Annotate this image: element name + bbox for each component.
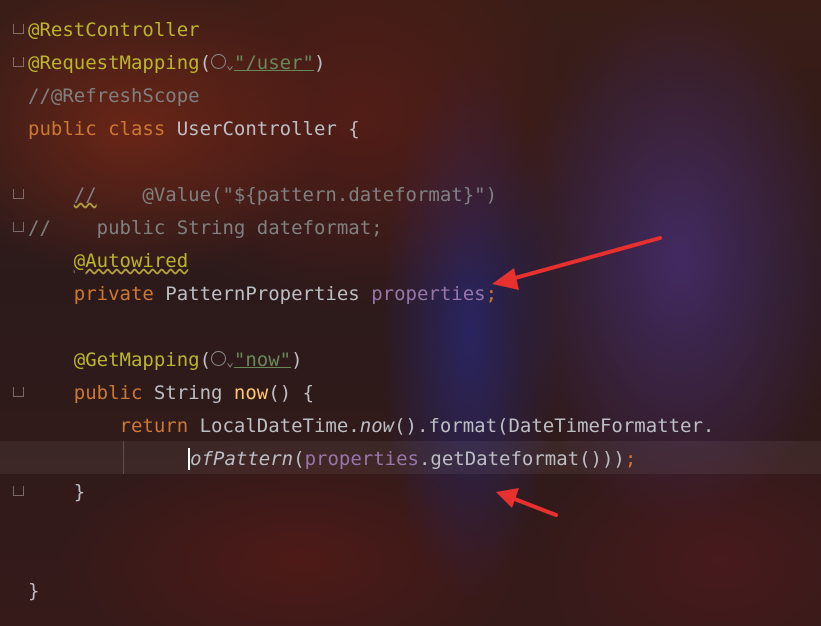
code-token: ( (199, 349, 212, 371)
code-token: String (153, 382, 234, 404)
code-line[interactable]: return LocalDateTime.now().format(DateTi… (28, 410, 715, 443)
fold-marker-icon[interactable] (13, 222, 24, 232)
code-line[interactable]: @GetMapping( ⌄"now") (28, 344, 303, 377)
code-token: ( (293, 448, 305, 470)
globe-icon[interactable] (211, 54, 227, 69)
code-token: @Autowired (73, 250, 189, 272)
code-token: LocalDateTime. (199, 415, 360, 437)
code-token: .getDateformat())) (418, 448, 625, 470)
code-token: private (73, 283, 166, 305)
code-token: @GetMapping (73, 349, 200, 371)
code-line[interactable]: } (28, 476, 85, 509)
code-line[interactable]: @RestController (28, 14, 200, 47)
code-token: } (28, 580, 40, 602)
code-token: () { (268, 382, 315, 404)
code-line[interactable]: @Autowired (28, 245, 188, 278)
code-token: @RequestMapping (28, 52, 200, 74)
code-line[interactable]: // public String dateformat; (28, 212, 383, 245)
code-token: properties (371, 283, 486, 305)
code-token: properties (304, 448, 419, 470)
code-token: ; (624, 448, 637, 470)
code-token: "/user" (233, 52, 314, 74)
code-line[interactable]: @RequestMapping( ⌄"/user") (28, 47, 325, 80)
code-token: "now" (233, 349, 292, 371)
code-line[interactable]: ofPattern(properties.getDateformat())); (28, 443, 636, 476)
fold-marker-icon[interactable] (13, 387, 24, 397)
code-token: public (73, 382, 154, 404)
code-line[interactable]: public String now() { (28, 377, 314, 410)
code-line[interactable]: public class UserController { (28, 113, 360, 146)
code-token: UserController { (176, 118, 360, 140)
code-token: @Value("${pattern.dateformat}") (96, 184, 498, 206)
code-token: fPattern (201, 448, 294, 470)
code-line[interactable]: //@RefreshScope (28, 80, 200, 113)
fold-marker-icon[interactable] (13, 486, 24, 496)
code-token: now (359, 415, 395, 437)
code-token: ( (199, 52, 212, 74)
code-token: // (73, 184, 97, 206)
code-token: ) (313, 52, 326, 74)
code-token: // public String dateformat; (28, 217, 383, 239)
code-line[interactable]: private PatternProperties properties; (28, 278, 497, 311)
code-token: } (28, 481, 86, 503)
code-token: return (119, 415, 200, 437)
fold-marker-icon[interactable] (13, 57, 24, 67)
code-token: o (188, 448, 202, 470)
code-line[interactable]: } (28, 575, 39, 608)
fold-marker-icon[interactable] (13, 189, 24, 199)
code-token: PatternProperties (165, 283, 372, 305)
chevron-down-icon[interactable]: ⌄ (226, 58, 234, 73)
code-token: ) (291, 349, 303, 371)
code-token: //@RefreshScope (28, 85, 200, 107)
chevron-down-icon[interactable]: ⌄ (226, 355, 234, 370)
code-token: @RestController (28, 19, 200, 41)
code-token: ().format(DateTimeFormatter. (394, 415, 715, 437)
code-token: now (233, 382, 269, 404)
code-token: class (108, 118, 177, 140)
code-line[interactable]: // @Value("${pattern.dateformat}") (28, 179, 497, 212)
fold-marker-icon[interactable] (13, 24, 24, 34)
code-token: ; (485, 283, 498, 305)
globe-icon[interactable] (211, 351, 227, 366)
code-token: public (28, 118, 109, 140)
